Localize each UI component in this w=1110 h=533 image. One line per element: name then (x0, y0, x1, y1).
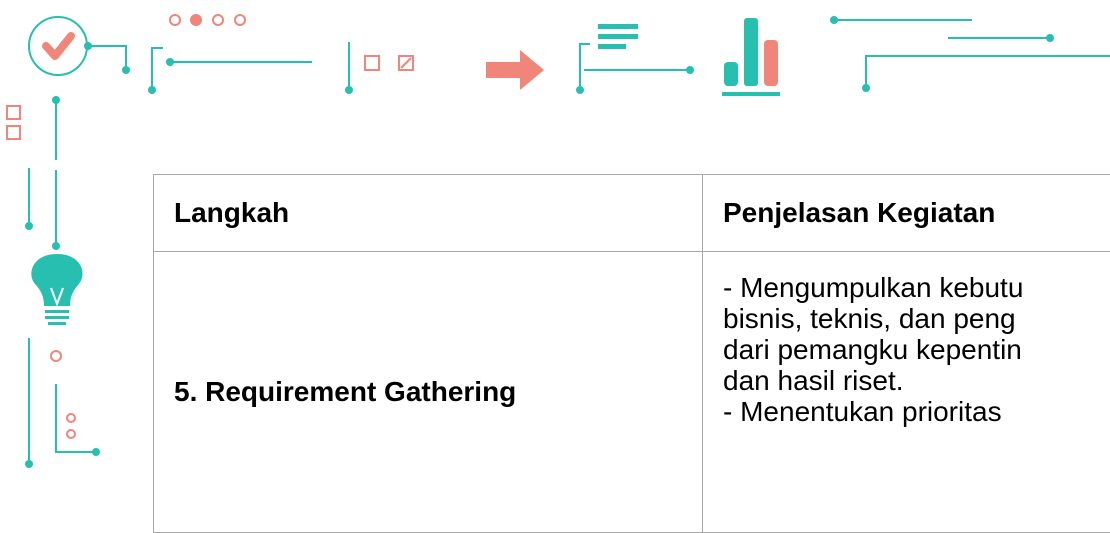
header-penjelasan: Penjelasan Kegiatan (703, 175, 1110, 252)
arrow-right-icon (486, 50, 544, 90)
square-icon (7, 126, 20, 139)
circle-marker (67, 430, 75, 438)
table-row: 5. Requirement Gathering - Mengumpulkan … (154, 252, 1110, 533)
lightbulb-icon (31, 254, 82, 325)
circuit-line (152, 48, 163, 90)
circle-marker (51, 351, 61, 361)
description-cell: - Mengumpulkan kebutu bisnis, teknis, da… (703, 252, 1110, 533)
square-icon (7, 106, 20, 119)
header-langkah: Langkah (154, 175, 703, 252)
circuit-line (88, 46, 126, 70)
step-cell: 5. Requirement Gathering (154, 252, 703, 533)
circuit-line (866, 56, 1110, 88)
bar-chart-icon (722, 18, 780, 94)
dot-pager-icon (170, 14, 245, 26)
square-icon (365, 56, 379, 70)
menu-lines-icon (598, 24, 638, 49)
steps-table: Langkah Penjelasan Kegiatan 5. Requireme… (153, 174, 1110, 533)
table-header-row: Langkah Penjelasan Kegiatan (154, 175, 1110, 252)
circuit-line (580, 44, 590, 90)
check-icon (46, 36, 71, 56)
circle-marker (67, 414, 75, 422)
checked-square-icon (399, 56, 413, 70)
